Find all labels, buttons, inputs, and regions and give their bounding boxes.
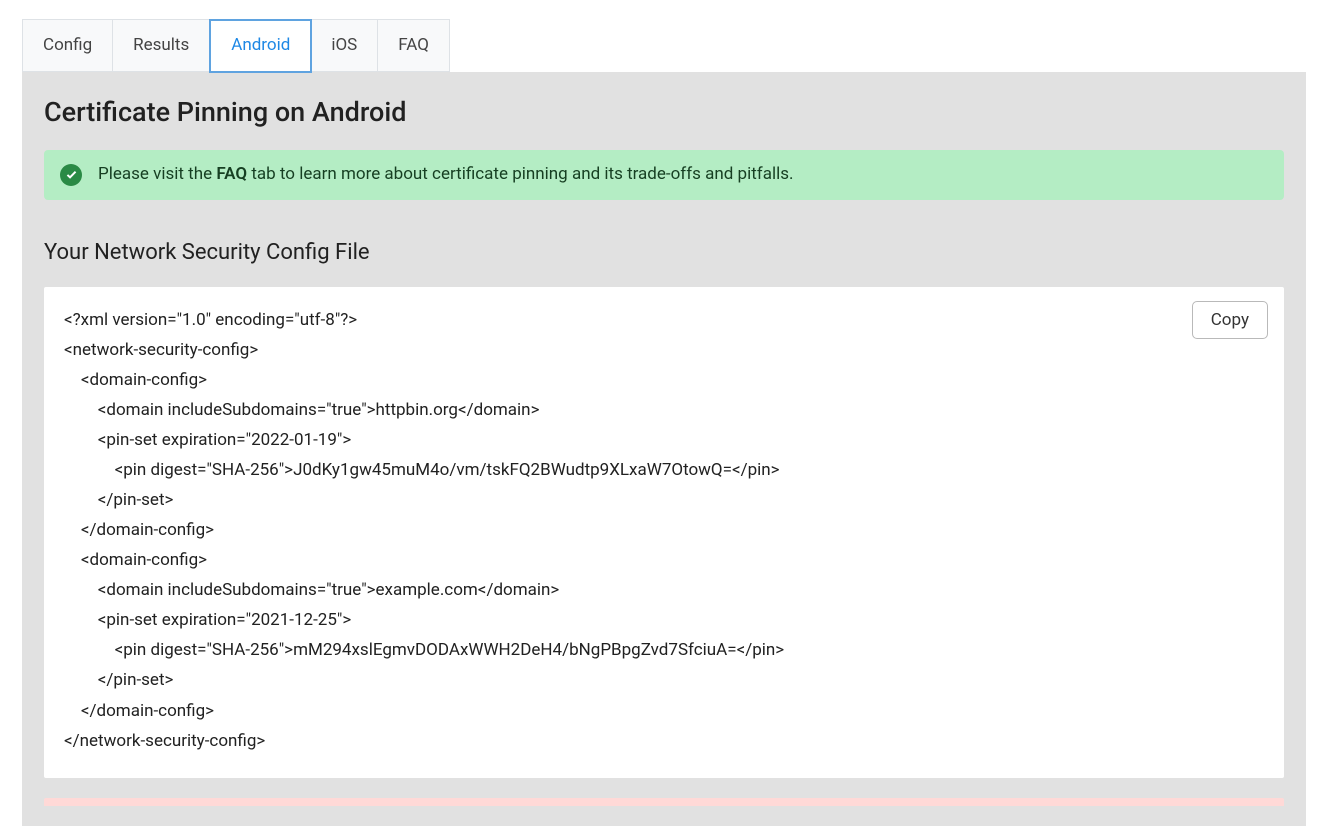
next-alert-peek xyxy=(44,798,1284,806)
faq-notice-strong: FAQ xyxy=(216,164,247,184)
section-title: Your Network Security Config File xyxy=(44,236,1284,269)
tab-ios[interactable]: iOS xyxy=(311,20,378,72)
tab-config[interactable]: Config xyxy=(23,20,113,72)
copy-button[interactable]: Copy xyxy=(1192,301,1268,339)
check-circle-icon xyxy=(60,164,82,186)
config-code-text: <?xml version="1.0" encoding="utf-8"?> <… xyxy=(64,305,1264,756)
tab-bar: Config Results Android iOS FAQ xyxy=(22,19,450,72)
config-code-block: <?xml version="1.0" encoding="utf-8"?> <… xyxy=(44,287,1284,778)
faq-notice-text: Please visit the FAQ tab to learn more a… xyxy=(98,162,793,188)
page-root: Config Results Android iOS FAQ Certifica… xyxy=(0,0,1328,826)
faq-notice: Please visit the FAQ tab to learn more a… xyxy=(44,150,1284,200)
content-panel: Certificate Pinning on Android Please vi… xyxy=(22,72,1306,826)
faq-notice-suffix: tab to learn more about certificate pinn… xyxy=(247,164,793,184)
tab-results[interactable]: Results xyxy=(113,20,210,72)
page-title: Certificate Pinning on Android xyxy=(44,92,1284,133)
tab-android[interactable]: Android xyxy=(209,19,312,73)
tab-faq[interactable]: FAQ xyxy=(378,20,449,72)
faq-notice-prefix: Please visit the xyxy=(98,164,216,184)
